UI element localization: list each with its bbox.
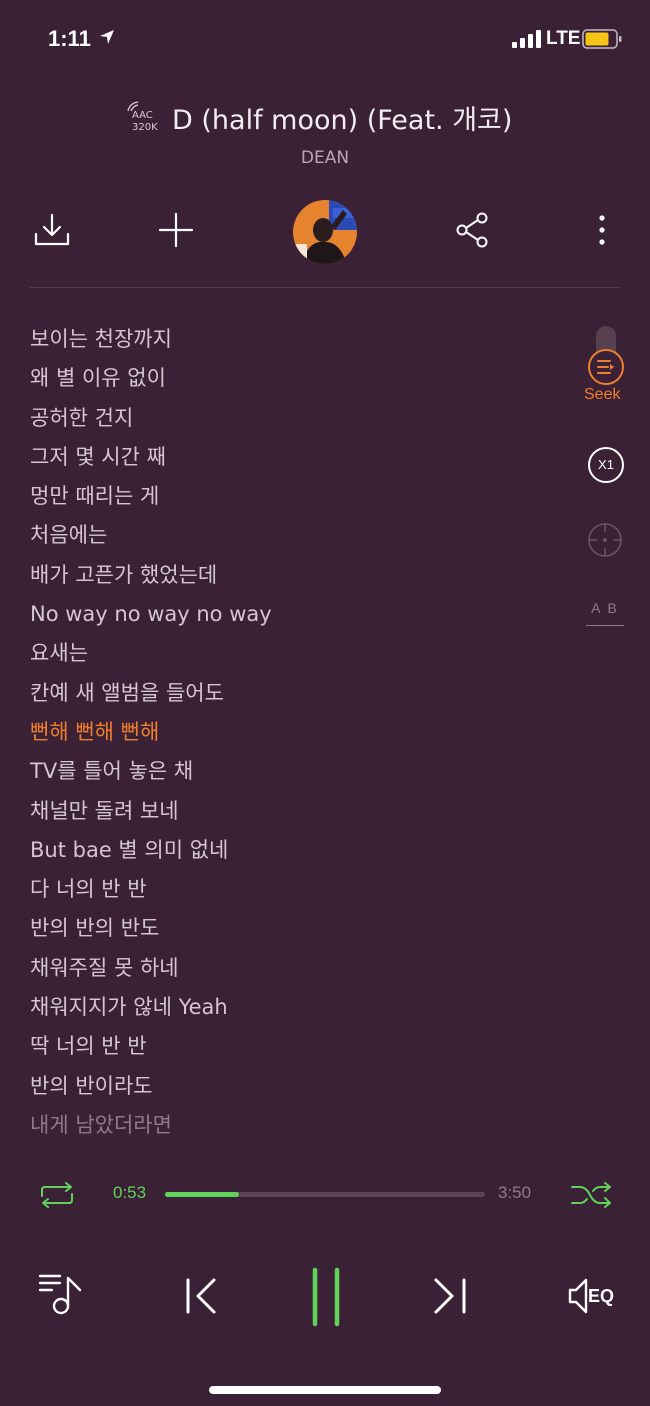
lyric-line[interactable]: But bae 별 의미 없네: [30, 831, 570, 870]
lyric-line[interactable]: 공허한 건지: [30, 399, 570, 438]
lyric-line[interactable]: 배가 고픈가 했었는데: [30, 556, 570, 595]
lyric-line[interactable]: 처음에는: [30, 516, 570, 555]
lyric-line[interactable]: 반의 반이라도: [30, 1067, 570, 1106]
next-icon[interactable]: [428, 1266, 472, 1326]
current-time: 0:53: [113, 1183, 147, 1202]
lyric-line[interactable]: 채널만 돌려 보네: [30, 792, 570, 831]
lyrics-list[interactable]: 보이는 천장까지 왜 별 이유 없이 공허한 건지 그저 몇 시간 째 멍만 때리는 게…: [30, 320, 570, 1145]
ab-repeat-button[interactable]: A B: [586, 600, 624, 626]
quality-bitrate: 320K: [132, 122, 158, 133]
progress-bar[interactable]: [165, 1192, 485, 1197]
seek-label: Seek: [584, 386, 621, 403]
lyric-line[interactable]: No way no way no way: [30, 595, 570, 634]
progress-row: 0:53 3:50: [0, 1176, 650, 1212]
lyric-line[interactable]: 요새는: [30, 634, 570, 673]
song-title: D (half moon) (Feat. 개코): [172, 105, 513, 136]
previous-icon[interactable]: [180, 1266, 224, 1326]
shuffle-icon[interactable]: [570, 1182, 614, 1208]
location-arrow-icon: [100, 30, 114, 44]
artist-name[interactable]: DEAN: [0, 148, 650, 168]
progress-fill: [165, 1192, 239, 1197]
playlist-icon[interactable]: [36, 1266, 86, 1326]
eq-icon[interactable]: EQ: [566, 1266, 622, 1326]
album-art[interactable]: [293, 200, 357, 264]
status-bar: 1:11 LTE: [0, 0, 650, 80]
lyric-line[interactable]: 왜 별 이유 없이: [30, 359, 570, 398]
lyric-line[interactable]: 멍만 때리는 게: [30, 477, 570, 516]
lyric-line[interactable]: 반의 반의 반도: [30, 909, 570, 948]
share-icon[interactable]: [452, 210, 492, 250]
home-indicator: [209, 1386, 441, 1394]
svg-text:EQ: EQ: [588, 1286, 614, 1306]
more-icon[interactable]: [582, 210, 622, 250]
lyric-line[interactable]: 그저 몇 시간 째: [30, 438, 570, 477]
lyric-line[interactable]: 다 너의 반 반: [30, 870, 570, 909]
lyric-line[interactable]: TV를 틀어 놓은 채: [30, 752, 570, 791]
download-icon[interactable]: [32, 210, 72, 250]
playback-speed-button[interactable]: X1: [588, 447, 624, 483]
divider: [30, 287, 620, 288]
now-playing-header: AAC 320K D (half moon) (Feat. 개코): [0, 96, 650, 140]
network-type: LTE: [546, 28, 581, 49]
lyric-line[interactable]: 채워지지가 않네 Yeah: [30, 988, 570, 1027]
playback-controls: EQ: [0, 1266, 650, 1330]
audio-quality-badge: AAC 320K: [126, 100, 164, 134]
lyric-line[interactable]: 칸예 새 앨범을 들어도: [30, 674, 570, 713]
lyric-line[interactable]: 채워주질 못 하네: [30, 949, 570, 988]
lyric-line[interactable]: 보이는 천장까지: [30, 320, 570, 359]
status-time: 1:11: [48, 26, 91, 51]
total-time: 3:50: [498, 1183, 532, 1202]
battery-icon: [582, 29, 622, 49]
lyric-line[interactable]: 내게 남았더라면: [30, 1106, 570, 1145]
lyric-line-current[interactable]: 뻔해 뻔해 뻔해: [30, 713, 570, 752]
lyric-line[interactable]: 딱 너의 반 반: [30, 1027, 570, 1066]
quality-codec: AAC: [132, 110, 153, 121]
signal-icon: [512, 30, 541, 48]
pause-icon[interactable]: [306, 1266, 346, 1330]
seek-button[interactable]: [588, 349, 624, 385]
target-icon[interactable]: [586, 521, 624, 559]
repeat-icon[interactable]: [36, 1182, 78, 1208]
add-icon[interactable]: [156, 210, 196, 250]
action-toolbar: [0, 196, 650, 270]
seek-icon: [597, 360, 614, 374]
